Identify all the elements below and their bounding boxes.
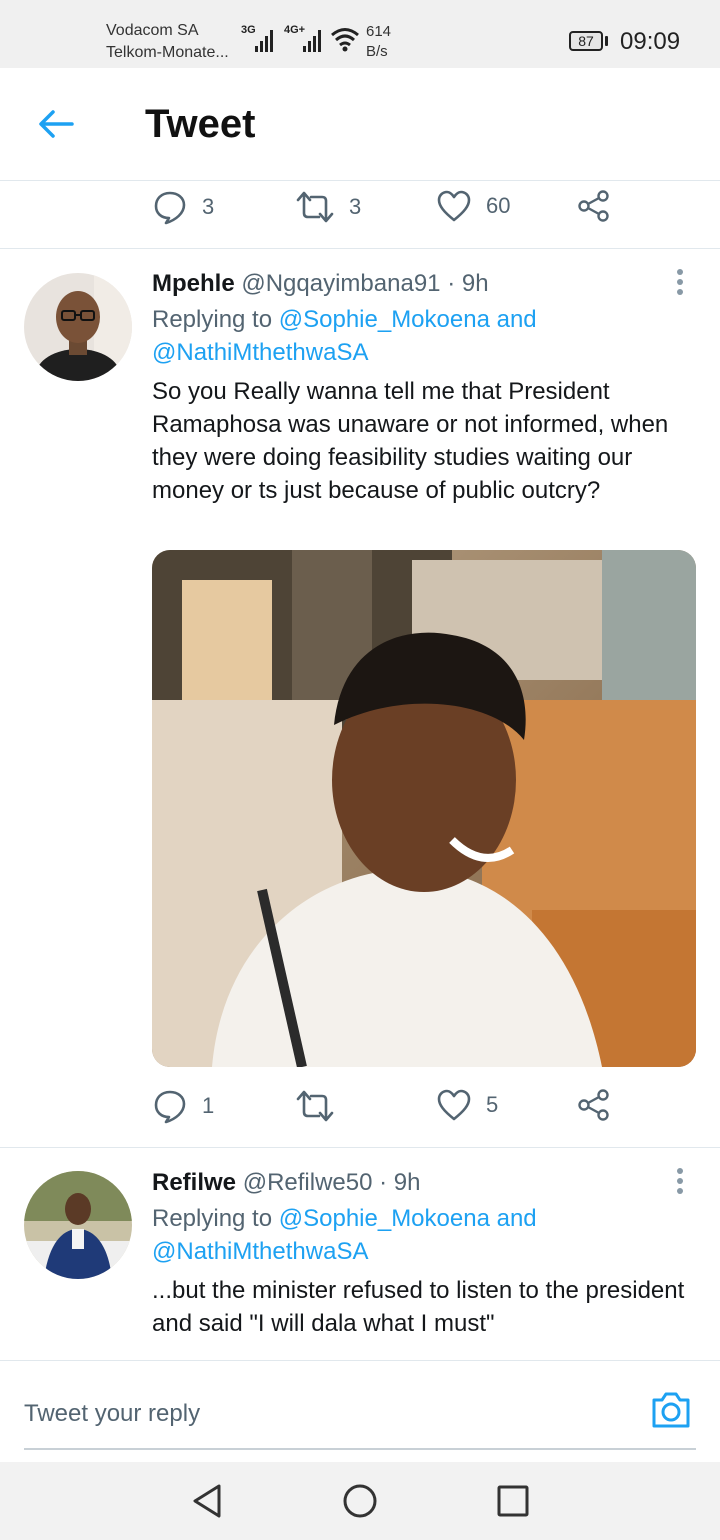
network-speed: 614 B/s	[366, 22, 391, 62]
network-4g-label: 4G+	[284, 24, 306, 36]
battery-cap	[605, 36, 608, 46]
retweet-count: 3	[349, 194, 362, 219]
reply-placeholder[interactable]: Tweet your reply	[24, 1400, 200, 1428]
retweet-icon	[296, 191, 334, 223]
heart-icon	[437, 1089, 471, 1121]
reply-icon	[154, 1090, 186, 1124]
mention-and[interactable]: and	[497, 306, 537, 333]
nav-back-icon[interactable]	[190, 1482, 224, 1520]
clock: 09:09	[620, 28, 681, 55]
avatar[interactable]	[24, 1171, 132, 1279]
like-button[interactable]: 60	[436, 189, 510, 223]
page-title: Tweet	[145, 102, 256, 146]
heart-icon	[437, 190, 471, 222]
tweet-header: Refilwe @Refilwe50 · 9h	[152, 1169, 420, 1197]
carrier-1: Vodacom SA	[106, 22, 199, 39]
signal-bars-icon	[255, 28, 273, 52]
mention-link[interactable]: @NathiMthethwaSA	[152, 1238, 368, 1265]
more-options-icon[interactable]	[670, 268, 690, 296]
retweet-icon	[296, 1090, 334, 1122]
signal-bars-icon	[303, 28, 321, 52]
carrier-2: Telkom-Monate...	[106, 44, 229, 61]
replying-to: Replying to @Sophie_Mokoena and @NathiMt…	[152, 1202, 537, 1268]
display-name[interactable]: Refilwe	[152, 1169, 236, 1196]
reply-icon	[154, 191, 186, 225]
avatar-image	[24, 273, 132, 381]
speed-value: 614	[366, 23, 392, 40]
nav-recents-icon[interactable]	[496, 1482, 530, 1520]
share-icon	[578, 1089, 609, 1121]
reply-count: 1	[202, 1093, 215, 1118]
speed-unit: B/s	[366, 43, 388, 60]
wifi-icon	[331, 28, 359, 52]
mention-link[interactable]: @Sophie_Mokoena	[279, 306, 490, 333]
app-header: Tweet	[0, 68, 720, 181]
nav-home-icon[interactable]	[342, 1482, 378, 1520]
display-name[interactable]: Mpehle	[152, 270, 235, 297]
mention-link[interactable]: @NathiMthethwaSA	[152, 339, 368, 366]
user-handle[interactable]: @Ngqayimbana91	[241, 270, 440, 297]
share-button[interactable]	[577, 1088, 611, 1122]
camera-icon[interactable]	[650, 1390, 692, 1430]
avatar[interactable]	[24, 273, 132, 381]
mention-link[interactable]: @Sophie_Mokoena	[279, 1205, 490, 1232]
arrow-left-icon[interactable]	[36, 108, 76, 140]
divider	[0, 1147, 720, 1148]
retweet-button[interactable]: 3	[295, 189, 361, 225]
replying-to: Replying to @Sophie_Mokoena and @NathiMt…	[152, 303, 537, 369]
reply-button[interactable]: 3	[152, 189, 214, 225]
network-3g-label: 3G	[241, 24, 256, 36]
share-icon	[578, 190, 609, 222]
tweet-time: · 9h	[379, 1169, 421, 1196]
main-tweet-actions: 3 3 60	[152, 189, 672, 229]
photo-image	[152, 550, 696, 1067]
more-options-icon[interactable]	[670, 1167, 690, 1195]
like-count: 5	[486, 1092, 499, 1117]
tweet-text: So you Really wanna tell me that Preside…	[152, 378, 669, 504]
retweet-button[interactable]	[295, 1088, 349, 1124]
share-button[interactable]	[577, 189, 611, 223]
replying-prefix: Replying to	[152, 1205, 273, 1232]
tweet-photo[interactable]	[152, 550, 696, 1067]
mention-and[interactable]: and	[497, 1205, 537, 1232]
like-button[interactable]: 5	[436, 1088, 498, 1122]
divider	[0, 1360, 720, 1361]
divider	[0, 248, 720, 249]
system-nav-bar	[0, 1462, 720, 1540]
status-bar: Vodacom SA Telkom-Monate... 3G 4G+ 614 B…	[0, 0, 720, 68]
tweet-header: Mpehle @Ngqayimbana91 · 9h	[152, 270, 489, 298]
reply-button[interactable]: 1	[152, 1088, 214, 1124]
tweet-text: ...but the minister refused to listen to…	[152, 1277, 685, 1337]
tweet-time: · 9h	[447, 270, 489, 297]
replying-prefix: Replying to	[152, 306, 273, 333]
avatar-image	[24, 1171, 132, 1279]
reply-count: 3	[202, 194, 215, 219]
like-count: 60	[486, 193, 511, 218]
user-handle[interactable]: @Refilwe50	[243, 1169, 373, 1196]
battery-icon: 87	[569, 31, 603, 51]
reply-composer[interactable]: Tweet your reply	[24, 1380, 696, 1450]
tweet-actions: 1 5	[152, 1088, 672, 1128]
